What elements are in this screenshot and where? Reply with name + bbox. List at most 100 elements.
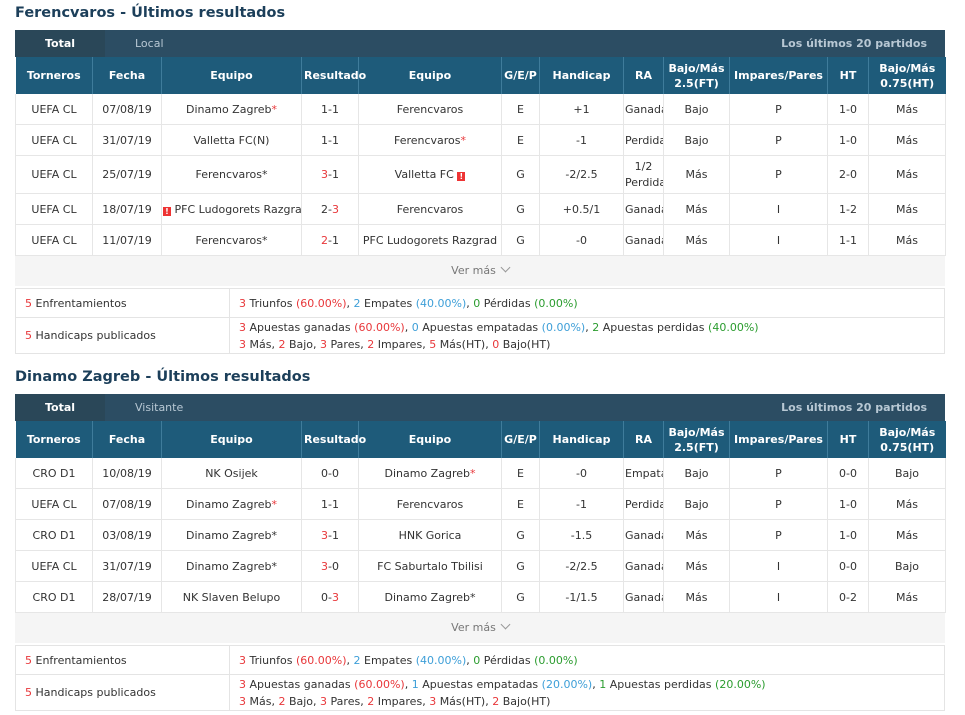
last-20-matches-link[interactable]: Los últimos 20 partidos <box>781 394 927 421</box>
col-torneros: Torneros <box>15 421 93 458</box>
ht-score: 1-0 <box>827 488 869 520</box>
competition-link[interactable]: UEFA CL <box>15 193 93 225</box>
match-score[interactable]: 1-1 <box>301 488 359 520</box>
match-score[interactable]: 0-3 <box>301 581 359 613</box>
gep-value: G <box>501 155 540 194</box>
ip-value: P <box>729 94 828 125</box>
home-team[interactable]: NK Slaven Belupo <box>161 581 302 613</box>
away-team[interactable]: Ferencvaros* <box>358 124 502 156</box>
home-team[interactable]: Ferencvaros* <box>161 155 302 194</box>
match-date: 28/07/19 <box>92 581 162 613</box>
match-score[interactable]: 3-1 <box>301 519 359 551</box>
tab-bar: Total Visitante Los últimos 20 partidos <box>15 394 945 421</box>
away-team[interactable]: Ferencvaros <box>358 488 502 520</box>
handicap-value: +1 <box>539 94 624 125</box>
match-date: 31/07/19 <box>92 124 162 156</box>
ver-mas-button[interactable]: Ver más <box>15 613 945 643</box>
handicap-value: -2/2.5 <box>539 155 624 194</box>
match-score[interactable]: 2-1 <box>301 224 359 256</box>
summary-value: 3 Triunfos (60.00%), 2 Empates (40.00%),… <box>229 645 945 675</box>
ht-score: 0-0 <box>827 458 869 489</box>
bm25-value: Más <box>663 155 730 194</box>
competition-link[interactable]: CRO D1 <box>15 458 93 489</box>
home-team[interactable]: ! PFC Ludogorets Razgrad* <box>161 193 302 225</box>
home-team[interactable]: Valletta FC(N) <box>161 124 302 156</box>
last-20-matches-link[interactable]: Los últimos 20 partidos <box>781 30 927 57</box>
match-score[interactable]: 2-3 <box>301 193 359 225</box>
competition-link[interactable]: CRO D1 <box>15 519 93 551</box>
handicap-value: -1 <box>539 488 624 520</box>
ip-value: I <box>729 550 828 582</box>
competition-link[interactable]: UEFA CL <box>15 124 93 156</box>
away-team[interactable]: Ferencvaros <box>358 193 502 225</box>
gep-value: G <box>501 519 540 551</box>
away-team[interactable]: FC Saburtalo Tbilisi <box>358 550 502 582</box>
match-score[interactable]: 1-1 <box>301 124 359 156</box>
bm075-value: Más <box>868 581 946 613</box>
ver-mas-button[interactable]: Ver más <box>15 256 945 286</box>
home-team[interactable]: Dinamo Zagreb* <box>161 519 302 551</box>
ip-value: P <box>729 458 828 489</box>
away-team[interactable]: Dinamo Zagreb* <box>358 581 502 613</box>
tab-total[interactable]: Total <box>15 30 105 57</box>
col-ht: HT <box>827 57 869 94</box>
ht-score: 0-2 <box>827 581 869 613</box>
match-date: 03/08/19 <box>92 519 162 551</box>
home-team[interactable]: Dinamo Zagreb* <box>161 94 302 125</box>
competition-link[interactable]: UEFA CL <box>15 94 93 125</box>
match-score[interactable]: 1-1 <box>301 94 359 125</box>
home-team[interactable]: NK Osijek <box>161 458 302 489</box>
gep-value: E <box>501 124 540 156</box>
bm075-value: Más <box>868 193 946 225</box>
match-score[interactable]: 3-0 <box>301 550 359 582</box>
tab-local[interactable]: Local <box>105 30 192 57</box>
summary-label: 5 Handicaps publicados <box>15 317 230 354</box>
gep-value: G <box>501 224 540 256</box>
ra-value: Ganada <box>623 581 664 613</box>
match-score[interactable]: 3-1 <box>301 155 359 194</box>
away-team[interactable]: PFC Ludogorets Razgrad <box>358 224 502 256</box>
col-bajo-mas-25: Bajo/Más 2.5(FT) <box>663 57 730 94</box>
ip-value: I <box>729 581 828 613</box>
away-team[interactable]: Valletta FC ! <box>358 155 502 194</box>
competition-link[interactable]: UEFA CL <box>15 550 93 582</box>
ra-value: Perdida <box>623 488 664 520</box>
home-team[interactable]: Dinamo Zagreb* <box>161 550 302 582</box>
handicap-value: -1.5 <box>539 519 624 551</box>
ht-score: 1-2 <box>827 193 869 225</box>
summary-value: 3 Apuestas ganadas (60.00%), 0 Apuestas … <box>229 317 945 354</box>
col-ra: RA <box>623 57 664 94</box>
home-team[interactable]: Dinamo Zagreb* <box>161 488 302 520</box>
away-team[interactable]: HNK Gorica <box>358 519 502 551</box>
match-date: 10/08/19 <box>92 458 162 489</box>
competition-link[interactable]: CRO D1 <box>15 581 93 613</box>
home-team[interactable]: Ferencvaros* <box>161 224 302 256</box>
match-score[interactable]: 0-0 <box>301 458 359 489</box>
gep-value: E <box>501 488 540 520</box>
bm075-value: Bajo <box>868 458 946 489</box>
summary-row-handicaps: 5 Handicaps publicados 3 Apuestas ganada… <box>15 674 945 711</box>
away-team[interactable]: Dinamo Zagreb* <box>358 458 502 489</box>
summary-value: 3 Apuestas ganadas (60.00%), 1 Apuestas … <box>229 674 945 711</box>
table-row: CRO D1 03/08/19 Dinamo Zagreb* 3-1 HNK G… <box>15 519 946 551</box>
bm075-value: Más <box>868 488 946 520</box>
competition-link[interactable]: UEFA CL <box>15 488 93 520</box>
competition-link[interactable]: UEFA CL <box>15 155 93 194</box>
bm25-value: Más <box>663 224 730 256</box>
away-team[interactable]: Ferencvaros <box>358 94 502 125</box>
bm25-value: Más <box>663 581 730 613</box>
col-impares-pares: Impares/Pares <box>729 421 828 458</box>
table-row: UEFA CL 25/07/19 Ferencvaros* 3-1 Vallet… <box>15 155 946 194</box>
summary-table: 5 Enfrentamientos 3 Triunfos (60.00%), 2… <box>15 288 945 354</box>
results-table: Torneros Fecha Equipo Resultado Equipo G… <box>15 57 946 256</box>
tab-visitante[interactable]: Visitante <box>105 394 211 421</box>
summary-row-handicaps: 5 Handicaps publicados 3 Apuestas ganada… <box>15 317 945 354</box>
bm25-value: Bajo <box>663 488 730 520</box>
competition-link[interactable]: UEFA CL <box>15 224 93 256</box>
col-ht: HT <box>827 421 869 458</box>
table-row: UEFA CL 31/07/19 Dinamo Zagreb* 3-0 FC S… <box>15 550 946 582</box>
ip-value: P <box>729 124 828 156</box>
summary-row-enfrentamientos: 5 Enfrentamientos 3 Triunfos (60.00%), 2… <box>15 288 945 318</box>
ip-value: P <box>729 488 828 520</box>
tab-total[interactable]: Total <box>15 394 105 421</box>
